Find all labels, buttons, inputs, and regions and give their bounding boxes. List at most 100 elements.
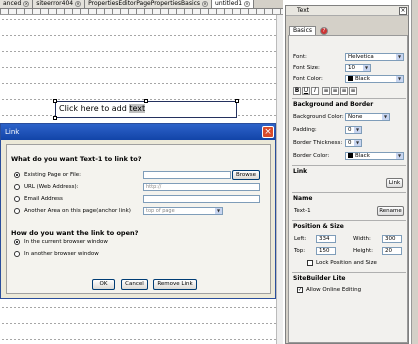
resize-handle-tl[interactable] — [53, 99, 57, 103]
url-field[interactable]: http:// — [143, 183, 260, 191]
dialog-title: Link — [5, 128, 20, 136]
option-label: URL (Web Address): — [24, 184, 79, 190]
radio-existing-page[interactable] — [14, 172, 20, 178]
panel-body: Font: Helvetica ▼ Font Size: 10 ▼ Font Col… — [288, 35, 408, 343]
font-select[interactable]: Helvetica ▼ — [345, 53, 404, 61]
lock-position-checkbox[interactable] — [307, 260, 313, 266]
help-icon[interactable]: ? — [320, 27, 328, 35]
close-icon[interactable]: × — [399, 7, 407, 15]
ok-button[interactable]: OK — [92, 279, 115, 290]
panel-title: Text — [297, 7, 310, 14]
option-label: Existing Page or File: — [24, 172, 82, 178]
allow-editing-label: Allow Online Editing — [306, 287, 362, 293]
left-label: Left: — [294, 236, 307, 242]
font-label: Font: — [293, 54, 307, 60]
border-color-value: Black — [355, 153, 370, 159]
border-color-select[interactable]: Black ▼ — [345, 152, 404, 160]
existing-page-field[interactable] — [143, 171, 231, 179]
bg-color-label: Background Color: — [293, 114, 344, 120]
option-label: Email Address — [24, 196, 63, 202]
cancel-button[interactable]: Cancel — [121, 279, 148, 290]
allow-editing-checkbox[interactable]: ✓ — [297, 287, 303, 293]
chevron-down-icon: ▼ — [354, 127, 361, 133]
link-dialog: Link × What do you want Text-1 to link to… — [0, 123, 276, 299]
radio-url[interactable] — [14, 184, 20, 190]
radio-current-window[interactable] — [14, 239, 20, 245]
dialog-titlebar: Link × — [1, 124, 275, 140]
tab-anced[interactable]: anced × — [0, 0, 34, 8]
padding-label: Padding: — [293, 127, 317, 133]
italic-button[interactable]: I — [311, 87, 319, 95]
close-icon[interactable]: × — [244, 0, 251, 7]
chevron-down-icon: ▼ — [396, 153, 403, 159]
tab-properties-editor[interactable]: PropertiesEditorPagePropertiesBasics × — [85, 0, 213, 8]
text-element-content: Click here to add — [59, 104, 130, 113]
top-label: Top: — [294, 248, 306, 254]
canvas-scrollbar[interactable] — [276, 15, 283, 344]
chevron-down-icon: ▼ — [396, 54, 403, 60]
chevron-down-icon: ▼ — [396, 76, 403, 82]
font-color-value: Black — [355, 76, 370, 82]
option-label: Another Area on this page(anchor link) — [24, 208, 131, 214]
link-target-question: What do you want Text-1 to link to? — [11, 155, 142, 163]
height-field[interactable]: 20 — [382, 247, 402, 255]
panel-scrollbar[interactable] — [411, 0, 418, 344]
align-left-icon[interactable]: ≡ — [322, 87, 330, 95]
font-size-label: Font Size: — [293, 65, 320, 71]
divider — [292, 98, 406, 99]
chevron-down-icon: ▼ — [354, 140, 361, 146]
width-field[interactable]: 300 — [382, 235, 402, 243]
chevron-down-icon: ▼ — [363, 65, 370, 71]
anchor-select[interactable]: top of page ▼ — [143, 207, 223, 215]
close-icon[interactable]: × — [262, 126, 274, 138]
close-icon[interactable]: × — [202, 0, 209, 7]
selected-text: text — [129, 104, 146, 113]
tab-label: siteerror404 — [36, 0, 74, 7]
tab-siteerror404[interactable]: siteerror404 × — [33, 0, 86, 8]
background-border-heading: Background and Border — [293, 101, 374, 108]
padding-select[interactable]: 0 ▼ — [345, 126, 362, 134]
close-icon[interactable]: × — [75, 0, 82, 7]
bg-color-select[interactable]: None ▼ — [345, 113, 390, 121]
width-label: Width: — [353, 236, 371, 242]
close-icon[interactable]: × — [23, 0, 30, 7]
tab-basics[interactable]: Basics — [289, 26, 317, 35]
position-size-heading: Position & Size — [293, 223, 344, 230]
email-field[interactable] — [143, 195, 260, 203]
left-field[interactable]: 334 — [316, 235, 336, 243]
text-element[interactable]: Click here to add text — [55, 101, 237, 118]
browse-button[interactable]: Browse — [232, 170, 260, 180]
font-color-select[interactable]: Black ▼ — [345, 75, 404, 83]
radio-new-window[interactable] — [14, 251, 20, 257]
rename-button[interactable]: Rename — [377, 206, 404, 216]
resize-handle-tr[interactable] — [235, 99, 239, 103]
panel-titlebar: Text × — [286, 6, 408, 16]
radio-email[interactable] — [14, 196, 20, 202]
bold-button[interactable]: B — [293, 87, 301, 95]
radio-anchor[interactable] — [14, 208, 20, 214]
link-button[interactable]: Link — [386, 178, 403, 188]
anchor-select-value: top of page — [146, 208, 175, 214]
align-center-icon[interactable]: ≡ — [331, 87, 339, 95]
divider — [292, 272, 406, 273]
sitebuilder-heading: SiteBuilder Lite — [293, 275, 346, 282]
dialog-body: What do you want Text-1 to link to? Exis… — [6, 144, 271, 294]
remove-link-button[interactable]: Remove Link — [153, 279, 197, 290]
underline-button[interactable]: U — [302, 87, 310, 95]
font-size-select[interactable]: 10 ▼ — [345, 64, 371, 72]
font-size-value: 10 — [348, 65, 355, 71]
tab-untitled1[interactable]: untitled1 × — [212, 0, 255, 8]
link-heading: Link — [293, 168, 308, 175]
element-name-value: Text-1 — [294, 208, 311, 214]
color-swatch — [348, 153, 353, 158]
top-field[interactable]: 150 — [316, 247, 336, 255]
resize-handle-bl[interactable] — [53, 116, 57, 120]
resize-handle-t[interactable] — [144, 99, 148, 103]
align-justify-icon[interactable]: ≡ — [349, 87, 357, 95]
font-value: Helvetica — [348, 54, 374, 60]
align-right-icon[interactable]: ≡ — [340, 87, 348, 95]
document-tabs: anced × siteerror404 × PropertiesEditorPag… — [0, 0, 283, 9]
border-thickness-select[interactable]: 0 ▼ — [345, 139, 362, 147]
tab-label: anced — [3, 0, 22, 7]
chevron-down-icon: ▼ — [215, 208, 222, 214]
